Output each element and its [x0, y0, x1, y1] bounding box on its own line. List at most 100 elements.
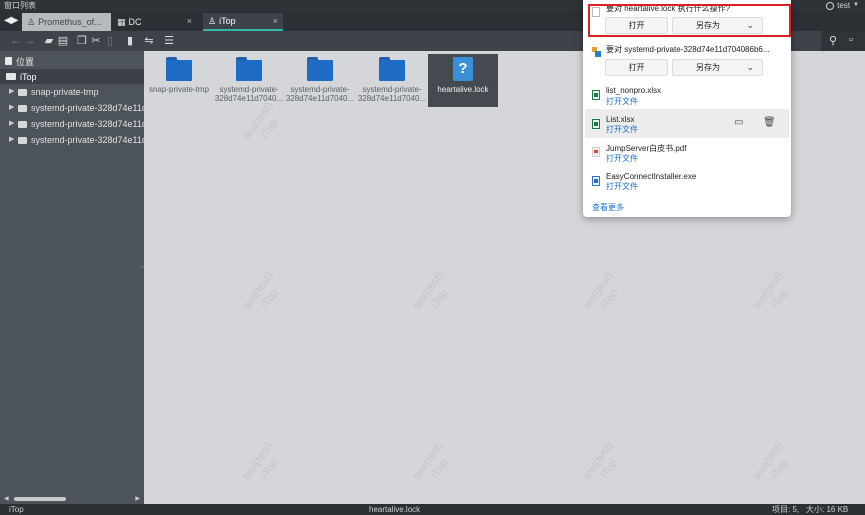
search-button[interactable]: ⚲ ▫ [821, 31, 865, 51]
folder-item[interactable]: systemd-private-328d74e11d7040... [214, 54, 284, 103]
archive-icon [592, 47, 601, 57]
download-file-name: EasyConnectInstaller.exe [606, 172, 697, 181]
expand-arrow-icon[interactable]: ▶ [9, 135, 14, 143]
download-file-name: list_nonpro.xlsx [606, 86, 662, 95]
user-name: test [837, 1, 851, 10]
status-selected: heartalive.lock [369, 505, 421, 514]
close-icon[interactable]: × [273, 16, 278, 26]
location-header: 位置 [0, 53, 144, 69]
watermark: test(test) iTop [411, 440, 451, 482]
tab-itop[interactable]: ♙ iTop × [203, 13, 283, 31]
folder-item[interactable]: systemd-private-328d74e11d7040... [357, 54, 427, 103]
file-name: heartalive.lock [437, 85, 489, 94]
tree-item[interactable]: ▶ systemd-private-328d74e11d70 [0, 132, 144, 148]
folder-open-icon[interactable]: ▭ [734, 117, 743, 128]
tree-item[interactable]: ▶ systemd-private-328d74e11d70 [0, 100, 144, 116]
close-icon[interactable]: × [101, 16, 106, 26]
open-file-link[interactable]: 打开文件 [606, 181, 638, 192]
folder-open-icon [6, 73, 16, 80]
tree-item[interactable]: ▶ systemd-private-328d74e11d70 [0, 116, 144, 132]
scroll-right-icon[interactable]: ▶ [135, 495, 140, 502]
linux-icon: ♙ [208, 15, 217, 26]
status-location: iTop [9, 505, 24, 514]
status-item-count: 项目: 5, [772, 505, 800, 514]
watermark: test(test) iTop [751, 440, 791, 482]
forward-icon[interactable]: → [23, 34, 37, 48]
see-more-link[interactable]: 查看更多 [592, 202, 624, 213]
delete-icon[interactable]: ▮ [123, 34, 137, 48]
copy-icon[interactable]: ❐ [75, 34, 89, 48]
excel-file-icon [592, 119, 600, 129]
tab-dc[interactable]: ▦ DC × [112, 13, 197, 31]
tree-item-label: systemd-private-328d74e11d70 [31, 119, 144, 129]
tree-root-label: iTop [20, 71, 37, 82]
search-icon: ⚲ [829, 35, 838, 47]
location-label: 位置 [16, 56, 35, 67]
close-icon[interactable]: × [187, 16, 192, 26]
window-list-title: 窗口列表 [4, 1, 36, 10]
folder-icon [18, 104, 27, 112]
pdf-file-icon [592, 147, 600, 157]
expand-arrow-icon[interactable]: ▶ [9, 103, 14, 111]
windows-icon: ▦ [117, 16, 126, 27]
view-list-icon[interactable]: ☰ [162, 34, 176, 48]
tree-root-itop[interactable]: iTop [0, 69, 144, 84]
folder-icon [18, 120, 27, 128]
folder-item[interactable]: systemd-private-328d74e11d7040... [285, 54, 355, 103]
file-item-selected[interactable]: ? heartalive.lock [428, 54, 498, 107]
tree-item-label: systemd-private-328d74e11d70 [31, 135, 144, 145]
trash-icon[interactable]: 🗑 [763, 117, 776, 128]
tree-item-label: snap-private-tmp [31, 87, 99, 97]
folder-icon [18, 88, 27, 96]
open-button[interactable]: 打开 [605, 59, 668, 76]
tab-promethus[interactable]: ♙ Promethus_of... × [22, 13, 111, 31]
chevron-down-icon[interactable]: ⌄ [746, 60, 754, 75]
user-menu[interactable]: test ▼ [826, 0, 859, 11]
save-as-label: 另存为 [696, 63, 720, 72]
excel-file-icon [592, 90, 600, 100]
folder-icon [18, 136, 27, 144]
sidebar: 位置 iTop ▶ snap-private-tmp ▶ systemd-pri… [0, 51, 145, 504]
file-name: snap-private-tmp [148, 85, 210, 94]
file-name: systemd-private-328d74e11d7040... [214, 85, 284, 103]
location-icon [5, 57, 12, 65]
watermark: test(test) iTop [581, 440, 621, 482]
open-file-link[interactable]: 打开文件 [606, 96, 638, 107]
user-icon [826, 1, 835, 10]
upload-icon[interactable]: ▤ [56, 34, 70, 48]
file-name: systemd-private-328d74e11d7040... [357, 85, 427, 103]
cut-icon[interactable]: ✂ [89, 34, 103, 48]
folder-icon [166, 57, 192, 81]
open-file-link[interactable]: 打开文件 [606, 124, 638, 135]
folder-icon [236, 57, 262, 81]
rename-icon[interactable]: ⇋ [142, 34, 156, 48]
watermark: test(test) iTop [751, 270, 791, 312]
expand-icon: ▫ [849, 34, 853, 46]
tab-label: iTop [219, 16, 236, 26]
expand-arrow-icon[interactable]: ▶ [9, 119, 14, 127]
download-file-name: List.xlsx [606, 115, 635, 124]
watermark: test(test) iTop [241, 440, 281, 482]
open-file-link[interactable]: 打开文件 [606, 153, 638, 164]
status-size: 大小: 16 KB [806, 505, 849, 514]
tab-scroll-arrows[interactable]: ◀▶ [4, 15, 18, 26]
file-name: systemd-private-328d74e11d7040... [285, 85, 355, 103]
save-as-button[interactable]: 另存为 ⌄ [672, 59, 763, 76]
new-folder-icon[interactable]: ▰ [42, 34, 56, 48]
expand-arrow-icon[interactable]: ▶ [9, 87, 14, 95]
status-bar: iTop heartalive.lock 项目: 5, 大小: 16 KB [0, 504, 865, 515]
folder-item[interactable]: snap-private-tmp [144, 54, 214, 94]
paste-icon[interactable]: ▯ [103, 34, 117, 48]
horizontal-scrollbar[interactable]: ◀ ▶ [4, 496, 140, 502]
linux-icon: ♙ [27, 16, 36, 27]
caret-down-icon: ▼ [853, 2, 859, 8]
tree-item[interactable]: ▶ snap-private-tmp [0, 84, 144, 100]
scroll-left-icon[interactable]: ◀ [4, 495, 9, 502]
back-icon[interactable]: ← [9, 34, 23, 48]
tab-label: Promethus_of... [38, 17, 102, 27]
watermark: test(test) iTop [411, 270, 451, 312]
watermark: test(test) iTop [241, 270, 281, 312]
download-question: 要对 systemd-private-328d74e11d704086b6... [606, 45, 770, 54]
unknown-file-icon: ? [453, 57, 473, 81]
scrollbar-thumb[interactable] [14, 497, 66, 501]
